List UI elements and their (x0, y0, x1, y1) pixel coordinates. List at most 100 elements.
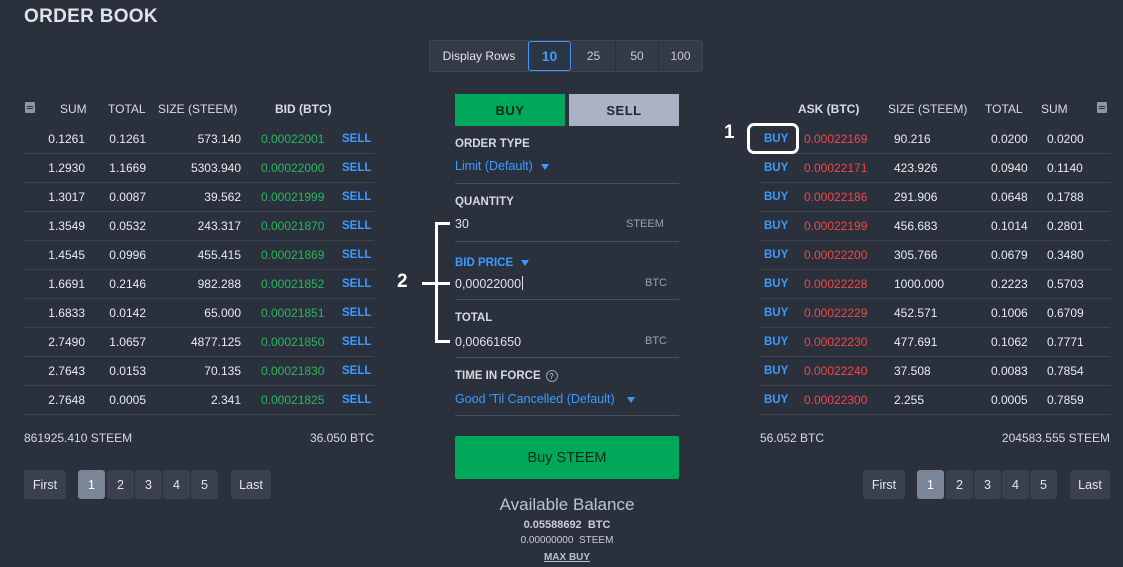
ask-row[interactable]: BUY 0.00022240 37.508 0.0083 0.7854 (760, 357, 1110, 386)
asks-header-total[interactable]: TOTAL (985, 102, 1023, 116)
sell-link[interactable]: SELL (342, 270, 374, 298)
buy-link[interactable]: BUY (764, 357, 794, 385)
ask-size: 456.683 (894, 219, 938, 233)
bid-row[interactable]: 1.6833 0.0142 65.000 0.00021851 SELL (24, 299, 374, 328)
asks-pager-page-3[interactable]: 3 (974, 470, 1001, 499)
ask-row[interactable]: BUY 0.00022300 2.255 0.0005 0.7859 (760, 386, 1110, 415)
bids-pager-page-3[interactable]: 3 (135, 470, 162, 499)
buy-link[interactable]: BUY (764, 299, 794, 327)
buy-link[interactable]: BUY (764, 386, 794, 414)
bids-pager-last[interactable]: Last (231, 470, 271, 499)
ask-row[interactable]: BUY 0.00022228 1000.000 0.2223 0.5703 (760, 270, 1110, 299)
sell-link[interactable]: SELL (342, 212, 374, 240)
bids-pager-first[interactable]: First (24, 470, 66, 499)
bids-menu-icon[interactable] (25, 102, 35, 113)
sell-link[interactable]: SELL (342, 357, 374, 385)
ask-size: 90.216 (894, 132, 931, 146)
bid-row[interactable]: 1.3017 0.0087 39.562 0.00021999 SELL (24, 183, 374, 212)
ask-row[interactable]: BUY 0.00022171 423.926 0.0940 0.1140 (760, 154, 1110, 183)
display-rows-option-100[interactable]: 100 (658, 41, 702, 71)
sell-link[interactable]: SELL (342, 328, 374, 356)
ask-row[interactable]: BUY 0.00022199 456.683 0.1014 0.2801 (760, 212, 1110, 241)
bids-header-size[interactable]: SIZE (STEEM) (158, 102, 237, 116)
bid-price-value: 0,00022000 (455, 277, 522, 291)
bid-size: 70.135 (204, 364, 241, 378)
bids-pager-page-1[interactable]: 1 (78, 470, 105, 499)
buy-link[interactable]: BUY (764, 241, 794, 269)
bid-sum: 1.3017 (48, 190, 85, 204)
bids-header-bid[interactable]: BID (BTC) (275, 102, 332, 116)
time-in-force-dropdown[interactable]: Good 'Til Cancelled (Default) (455, 391, 635, 406)
ask-row[interactable]: BUY 0.00022169 90.216 0.0200 0.0200 (760, 125, 1110, 154)
bids-pager-page-4[interactable]: 4 (163, 470, 190, 499)
buy-link[interactable]: BUY (764, 183, 794, 211)
buy-link[interactable]: BUY (764, 270, 794, 298)
asks-pager-page-1[interactable]: 1 (917, 470, 944, 499)
asks-header-ask[interactable]: ASK (BTC) (798, 102, 859, 116)
bid-total: 0.2146 (109, 277, 146, 291)
bid-price: 0.00021851 (261, 306, 325, 320)
tab-buy[interactable]: BUY (455, 94, 565, 126)
quantity-input[interactable]: 30 (455, 217, 469, 231)
bid-row[interactable]: 1.2930 1.1669 5303.940 0.00022000 SELL (24, 154, 374, 183)
ask-price: 0.00022300 (804, 393, 868, 407)
help-icon[interactable]: ? (545, 370, 558, 382)
asks-pager-page-2[interactable]: 2 (946, 470, 973, 499)
bid-row[interactable]: 1.4545 0.0996 455.415 0.00021869 SELL (24, 241, 374, 270)
asks-pager-first[interactable]: First (863, 470, 905, 499)
buy-steem-button[interactable]: Buy STEEM (455, 436, 679, 479)
sell-link[interactable]: SELL (342, 125, 374, 153)
max-buy-link[interactable]: MAX BUY (455, 552, 679, 563)
bids-header-sum[interactable]: SUM (60, 102, 87, 116)
ask-row[interactable]: BUY 0.00022229 452.571 0.1006 0.6709 (760, 299, 1110, 328)
bids-header-total[interactable]: TOTAL (108, 102, 146, 116)
ask-row[interactable]: BUY 0.00022230 477.691 0.1062 0.7771 (760, 328, 1110, 357)
buy-link[interactable]: BUY (764, 154, 794, 182)
asks-header-sum[interactable]: SUM (1041, 102, 1068, 116)
ask-row[interactable]: BUY 0.00022200 305.766 0.0679 0.3480 (760, 241, 1110, 270)
total-input[interactable]: 0,00661650 (455, 335, 521, 349)
annotation-highlight-box (747, 123, 799, 154)
bid-row[interactable]: 1.6691 0.2146 982.288 0.00021852 SELL (24, 270, 374, 299)
bids-pager-page-2[interactable]: 2 (107, 470, 134, 499)
bid-row[interactable]: 1.3549 0.0532 243.317 0.00021870 SELL (24, 212, 374, 241)
buy-link[interactable]: BUY (764, 212, 794, 240)
order-type-dropdown[interactable]: Limit (Default) (455, 158, 549, 173)
display-rows-option-25[interactable]: 25 (571, 41, 615, 71)
sell-link[interactable]: SELL (342, 386, 374, 414)
bid-row[interactable]: 2.7643 0.0153 70.135 0.00021830 SELL (24, 357, 374, 386)
bid-sum: 1.4545 (48, 248, 85, 262)
ask-size: 291.906 (894, 190, 938, 204)
asks-pager-last[interactable]: Last (1070, 470, 1110, 499)
bid-row[interactable]: 2.7648 0.0005 2.341 0.00021825 SELL (24, 386, 374, 415)
asks-total-steem: 204583.555 STEEM (1001, 431, 1110, 445)
bid-total: 0.1261 (109, 132, 146, 146)
bid-row[interactable]: 2.7490 1.0657 4877.125 0.00021850 SELL (24, 328, 374, 357)
display-rows-option-50[interactable]: 50 (615, 41, 658, 71)
bid-row[interactable]: 0.1261 0.1261 573.140 0.00022001 SELL (24, 125, 374, 154)
asks-menu-icon[interactable] (1097, 102, 1107, 113)
bid-price: 0.00021870 (261, 219, 325, 233)
tab-sell[interactable]: SELL (569, 94, 679, 126)
sell-link[interactable]: SELL (342, 241, 374, 269)
bid-price-label: BID PRICE (455, 257, 514, 269)
ask-sum: 0.7771 (1047, 335, 1084, 349)
bid-price: 0.00021825 (261, 393, 325, 407)
sell-link[interactable]: SELL (342, 183, 374, 211)
bid-price-dropdown[interactable]: BID PRICE (455, 254, 530, 269)
bids-pager-page-5[interactable]: 5 (191, 470, 218, 499)
ask-sum: 0.7854 (1047, 364, 1084, 378)
sell-link[interactable]: SELL (342, 154, 374, 182)
ask-total: 0.1014 (991, 219, 1028, 233)
bid-size: 4877.125 (190, 335, 241, 349)
ask-row[interactable]: BUY 0.00022186 291.906 0.0648 0.1788 (760, 183, 1110, 212)
display-rows-option-10[interactable]: 10 (528, 41, 571, 71)
time-in-force-label-row: TIME IN FORCE ? (455, 370, 558, 382)
bid-price-input[interactable]: 0,00022000 (455, 276, 524, 291)
asks-pager-page-4[interactable]: 4 (1002, 470, 1029, 499)
sell-link[interactable]: SELL (342, 299, 374, 327)
asks-pager-page-5[interactable]: 5 (1030, 470, 1057, 499)
buy-link[interactable]: BUY (764, 328, 794, 356)
bid-price: 0.00021869 (261, 248, 325, 262)
asks-header-size[interactable]: SIZE (STEEM) (888, 102, 967, 116)
